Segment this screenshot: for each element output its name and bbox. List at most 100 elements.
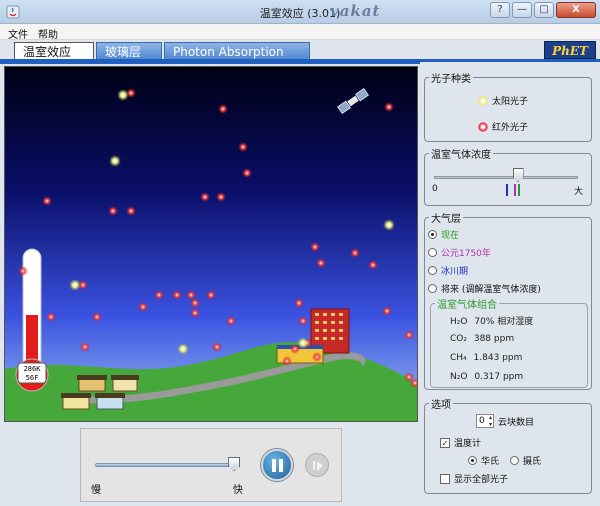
fahrenheit-label: 华氏 <box>481 457 500 467</box>
n2o-value: 0.317 ppm <box>474 372 524 382</box>
infrared-photon <box>382 306 392 316</box>
today-marker <box>518 184 520 196</box>
maximize-button[interactable]: □ <box>534 2 554 18</box>
thermometer-option-label: 温度计 <box>454 439 482 449</box>
phet-logo: PhET <box>544 41 596 59</box>
minimize-button[interactable]: — <box>512 2 532 18</box>
photon-type-legend: 光子种类 <box>431 74 471 85</box>
sunlight-photon <box>109 155 121 167</box>
infrared-photon <box>350 248 360 258</box>
tab-photon-absorption[interactable]: Photon Absorption <box>164 42 310 60</box>
radio-1750[interactable] <box>428 248 437 257</box>
cloud-count-spinner[interactable]: 0 <box>476 414 494 428</box>
simulation-canvas[interactable]: 286K 56F <box>4 66 418 422</box>
gas-concentration-slider[interactable]: 0 大 <box>424 158 592 198</box>
thermometer-reading-fahrenheit: 56F <box>26 374 39 382</box>
celsius-option[interactable]: 摄氏 <box>510 454 541 467</box>
atmosphere-option-1750-label: 公元1750年 <box>441 249 491 259</box>
infrared-photon-label: 红外光子 <box>492 123 529 133</box>
show-all-photons-row[interactable]: 显示全部光子 <box>440 472 508 485</box>
cloud-count-label: 云块数目 <box>498 417 535 428</box>
radio-ice-age[interactable] <box>428 266 437 275</box>
n2o-formula: N₂O <box>450 372 468 382</box>
infrared-photon <box>190 298 200 308</box>
composition-co2: CO₂ 388 ppm <box>450 334 514 344</box>
concentration-slider-track[interactable] <box>434 176 578 179</box>
thermometer-option-row[interactable]: ✓ 温度计 <box>440 436 481 449</box>
cloud-count-row: 0 云块数目 <box>476 414 534 428</box>
infrared-photon <box>242 168 252 178</box>
atmosphere-option-ice-age[interactable]: 冰川期 <box>428 264 468 277</box>
atmosphere-option-future-label: 将来 (调解温室气体浓度) <box>441 285 541 295</box>
infrared-photon <box>298 316 308 326</box>
infrared-photon <box>126 206 136 216</box>
infrared-photon-key: 红外光子 <box>478 120 528 133</box>
help-window-button[interactable]: ? <box>490 2 510 18</box>
celsius-label: 摄氏 <box>523 457 542 467</box>
composition-ch4: CH₄ 1.843 ppm <box>450 353 522 363</box>
sunlight-photon <box>69 279 81 291</box>
concentration-max-label: 大 <box>574 187 584 197</box>
speed-slider-track[interactable] <box>95 463 237 467</box>
tab-glass-layers[interactable]: 玻璃层 <box>96 42 162 60</box>
infrared-photon <box>138 302 148 312</box>
ch4-value: 1.843 ppm <box>473 353 523 363</box>
sunlight-photon <box>297 337 309 349</box>
pause-button[interactable] <box>261 449 293 481</box>
radio-today[interactable] <box>428 230 437 239</box>
radio-fahrenheit[interactable] <box>468 456 477 465</box>
sunlight-photon-icon <box>478 95 488 106</box>
co2-formula: CO₂ <box>450 334 467 344</box>
sunlight-photon <box>383 219 395 231</box>
show-all-photons-checkbox[interactable] <box>440 473 450 484</box>
ice-age-marker <box>506 184 508 196</box>
window-title-bar: 温室效应 (3.01) vakat ? — □ X <box>0 0 600 24</box>
clock-control-area: 慢 快 <box>0 424 420 506</box>
radio-future[interactable] <box>428 284 437 293</box>
concentration-min-label: 0 <box>432 184 438 194</box>
step-button[interactable] <box>305 453 329 477</box>
infrared-photon <box>212 342 222 352</box>
atmosphere-option-future[interactable]: 将来 (调解温室气体浓度) <box>428 282 541 295</box>
infrared-photon <box>238 142 248 152</box>
gas-composition-legend: 温室气体组合 <box>437 300 497 311</box>
options-legend: 选项 <box>431 400 451 411</box>
radio-celsius[interactable] <box>510 456 519 465</box>
speed-fast-label: 快 <box>233 485 243 496</box>
show-all-photons-label: 显示全部光子 <box>454 475 509 485</box>
menu-help[interactable]: 帮助 <box>38 26 58 41</box>
infrared-photon <box>216 192 226 202</box>
speed-slider-thumb[interactable] <box>228 457 241 471</box>
window-logo: vakat <box>330 2 381 20</box>
infrared-photon <box>218 104 228 114</box>
sunlight-photon-label: 太阳光子 <box>492 97 529 107</box>
infrared-photon <box>190 308 200 318</box>
atmosphere-option-1750[interactable]: 公元1750年 <box>428 246 491 259</box>
composition-h2o: H₂O 70% 相对湿度 <box>450 314 533 327</box>
infrared-photon <box>18 266 28 276</box>
composition-n2o: N₂O 0.317 ppm <box>450 372 523 382</box>
close-button[interactable]: X <box>556 2 596 18</box>
infrared-photon <box>154 290 164 300</box>
infrared-photon-icon <box>478 121 488 132</box>
infrared-photon <box>200 192 210 202</box>
thermometer-reading-kelvin: 286K <box>24 365 42 373</box>
atmosphere-option-today[interactable]: 现在 <box>428 228 459 241</box>
infrared-photon <box>310 242 320 252</box>
infrared-photon <box>42 196 52 206</box>
infrared-photon <box>80 342 90 352</box>
infrared-photon <box>172 290 182 300</box>
control-panel: 光子种类 太阳光子 红外光子 温室气体浓度 0 大 大气层 现在 公元1750年… <box>420 62 600 506</box>
infrared-photon <box>294 298 304 308</box>
infrared-photon <box>226 316 236 326</box>
menu-file[interactable]: 文件 <box>8 26 28 41</box>
fahrenheit-option[interactable]: 华氏 <box>468 454 499 467</box>
infrared-photon <box>312 352 322 362</box>
infrared-photon <box>384 102 394 112</box>
infrared-photon <box>368 260 378 270</box>
concentration-slider-thumb[interactable] <box>512 168 524 182</box>
ch4-formula: CH₄ <box>450 353 467 363</box>
speed-slow-label: 慢 <box>91 485 101 496</box>
atmosphere-option-today-label: 现在 <box>441 231 460 241</box>
thermometer-checkbox[interactable]: ✓ <box>440 437 450 448</box>
